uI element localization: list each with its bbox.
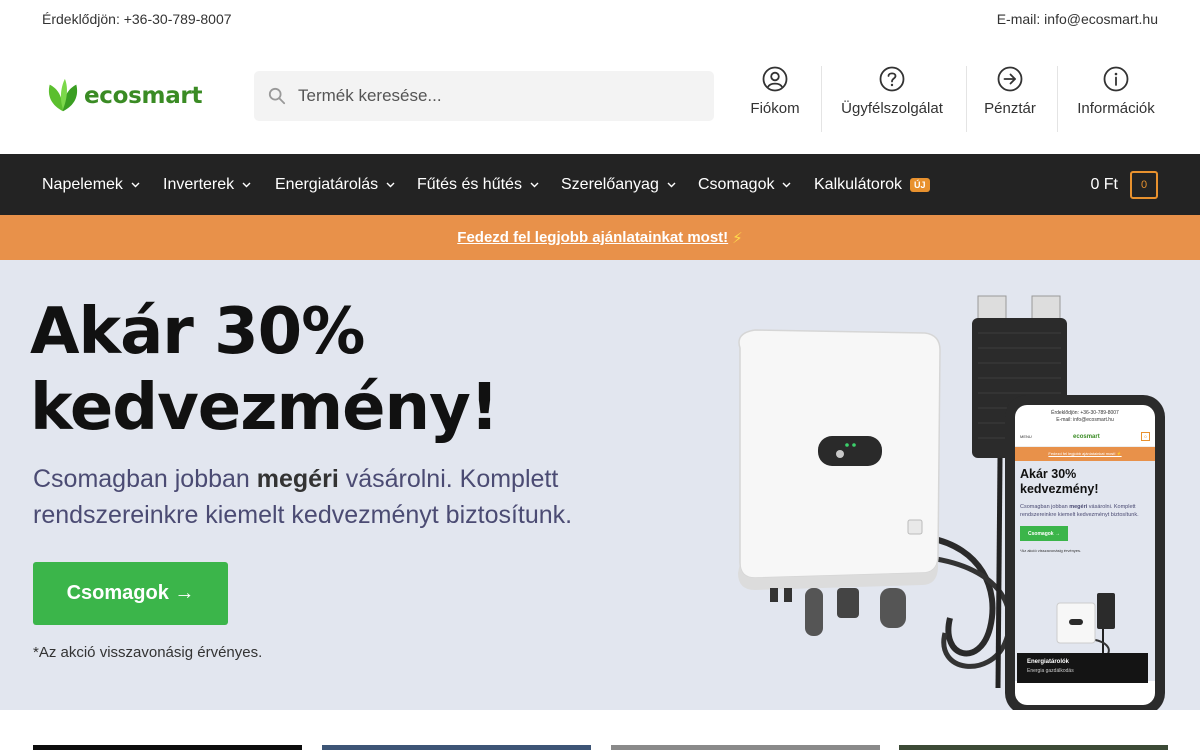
offer-disclaimer: *Az akció visszavonásig érvényes. (33, 644, 263, 661)
top-bar: Érdeklődjön: +36-30-789-8007 E-mail: inf… (0, 0, 1200, 38)
question-circle-icon (879, 66, 905, 92)
phone-hero: Akár 30% kedvezmény! Csomagban jobban me… (1015, 461, 1155, 683)
nav-item-label: Szerelőanyag (561, 176, 659, 193)
hero-subtitle-bold: megéri (256, 465, 339, 493)
cart-button[interactable]: 0 Ft 0 (1090, 171, 1158, 199)
contact-phone[interactable]: Érdeklődjön: +36-30-789-8007 (42, 11, 232, 27)
contact-email[interactable]: E-mail: info@ecosmart.hu (997, 11, 1158, 27)
nav-item-csomagok[interactable]: Csomagok (698, 176, 791, 194)
nav-item-kalkulatorok[interactable]: Kalkulátorok ÚJ (814, 176, 930, 194)
phone-hero-title-line2: kedvezmény! (1020, 482, 1099, 496)
header-link-checkout[interactable]: Pénztár (983, 66, 1037, 132)
divider (966, 66, 967, 132)
phone-contact: Érdeklődjön: +36-30-789-8007 E-mail: inf… (1015, 405, 1155, 424)
info-circle-icon (1103, 66, 1129, 92)
leaf-logo-icon (48, 78, 78, 112)
chevron-down-icon (242, 182, 251, 188)
logo-text: ecosmart (84, 83, 203, 109)
hero-subtitle-pre: Csomagban jobban (33, 465, 257, 493)
phone-mockup-screen: Érdeklődjön: +36-30-789-8007 E-mail: inf… (1015, 405, 1155, 705)
phone-cta: Csomagok → (1020, 526, 1068, 541)
phone-category-title: Energiatárolók (1027, 659, 1070, 665)
nav-item-szereloanyag[interactable]: Szerelőanyag (561, 176, 676, 194)
site-header: ecosmart Fiókom Ügyfélszolgálat (0, 38, 1200, 154)
category-card-4[interactable] (899, 745, 1168, 750)
phone-note: *Az akció visszavonásig érvényes. (1020, 548, 1082, 553)
chevron-down-icon (667, 182, 676, 188)
main-navigation: Napelemek Inverterek Energiatárolás Fűté… (0, 154, 1200, 215)
chevron-down-icon (782, 182, 791, 188)
user-circle-icon (762, 66, 788, 92)
phone-menu-label: MENU (1020, 434, 1032, 439)
phone-hero-title: Akár 30% kedvezmény! (1020, 467, 1150, 497)
lightning-icon: ⚡ (732, 229, 743, 247)
nav-item-label: Csomagok (698, 176, 775, 193)
promo-banner: Fedezd fel legjobb ajánlatainkat most! ⚡ (0, 215, 1200, 260)
header-link-account[interactable]: Fiókom (749, 66, 801, 132)
hero-section: Akár 30% kedvezmény! Csomagban jobban me… (0, 260, 1200, 710)
header-link-label: Ügyfélszolgálat (841, 100, 943, 117)
nav-item-label: Energiatárolás (275, 176, 379, 193)
phone-contact-email: E-mail: info@ecosmart.hu (1056, 417, 1114, 423)
nav-item-label: Fűtés és hűtés (417, 176, 522, 193)
category-card-3[interactable] (611, 745, 880, 750)
phone-logo: ecosmart (1073, 433, 1100, 440)
hero-title-line1: Akár 30% (30, 295, 365, 369)
chevron-down-icon (386, 182, 395, 188)
nav-item-futes-es-hutes[interactable]: Fűtés és hűtés (417, 176, 539, 194)
packages-cta-button[interactable]: Csomagok → (33, 562, 228, 625)
nav-item-napelemek[interactable]: Napelemek (42, 176, 140, 194)
phone-hero-sub-bold: megéri (1069, 504, 1088, 510)
phone-hero-title-line1: Akár 30% (1020, 467, 1077, 481)
phone-contact-phone: Érdeklődjön: +36-30-789-8007 (1051, 410, 1119, 416)
divider (821, 66, 822, 132)
cart-count-badge: 0 (1130, 171, 1158, 199)
nav-item-label: Inverterek (163, 176, 235, 193)
cart-total: 0 Ft (1090, 176, 1118, 193)
hero-title: Akár 30% kedvezmény! (30, 294, 590, 446)
phone-cart: 0 (1141, 432, 1150, 441)
new-badge: ÚJ (910, 178, 930, 192)
phone-hero-sub-pre: Csomagban jobban (1020, 504, 1070, 510)
hero-subtitle: Csomagban jobban megéri vásárolni. Kompl… (33, 461, 593, 533)
chevron-down-icon (530, 182, 539, 188)
phone-promo: Fedezd fel legjobb ajánlatainkat most! ⚡ (1015, 447, 1155, 461)
divider (1057, 66, 1058, 132)
header-link-label: Pénztár (984, 100, 1036, 117)
header-link-info[interactable]: Információk (1075, 66, 1157, 132)
header-link-label: Információk (1077, 100, 1155, 117)
category-card-2[interactable] (322, 745, 591, 750)
nav-item-label: Kalkulátorok (814, 176, 903, 193)
header-link-label: Fiókom (750, 100, 800, 117)
phone-category-sub: Energia gazdálkodás (1027, 668, 1074, 674)
chevron-down-icon (131, 182, 140, 188)
nav-item-label: Napelemek (42, 176, 123, 193)
logo[interactable]: ecosmart (44, 74, 214, 118)
category-card-1[interactable] (33, 745, 302, 750)
phone-header: MENU ecosmart 0 (1015, 427, 1155, 447)
nav-item-energiatarolas[interactable]: Energiatárolás (275, 176, 395, 194)
nav-item-inverterek[interactable]: Inverterek (163, 176, 251, 194)
hero-title-line2: kedvezmény! (30, 371, 499, 445)
header-link-support[interactable]: Ügyfélszolgálat (839, 66, 945, 132)
promo-link[interactable]: Fedezd fel legjobb ajánlatainkat most! (457, 229, 728, 246)
phone-hero-subtitle: Csomagban jobban megéri vásárolni. Kompl… (1020, 503, 1150, 519)
search-input[interactable] (298, 86, 698, 106)
search-icon (268, 87, 286, 105)
arrow-right-circle-icon (997, 66, 1023, 92)
search-bar[interactable] (254, 71, 714, 121)
phone-category-card: Energiatárolók Energia gazdálkodás (1017, 653, 1148, 683)
